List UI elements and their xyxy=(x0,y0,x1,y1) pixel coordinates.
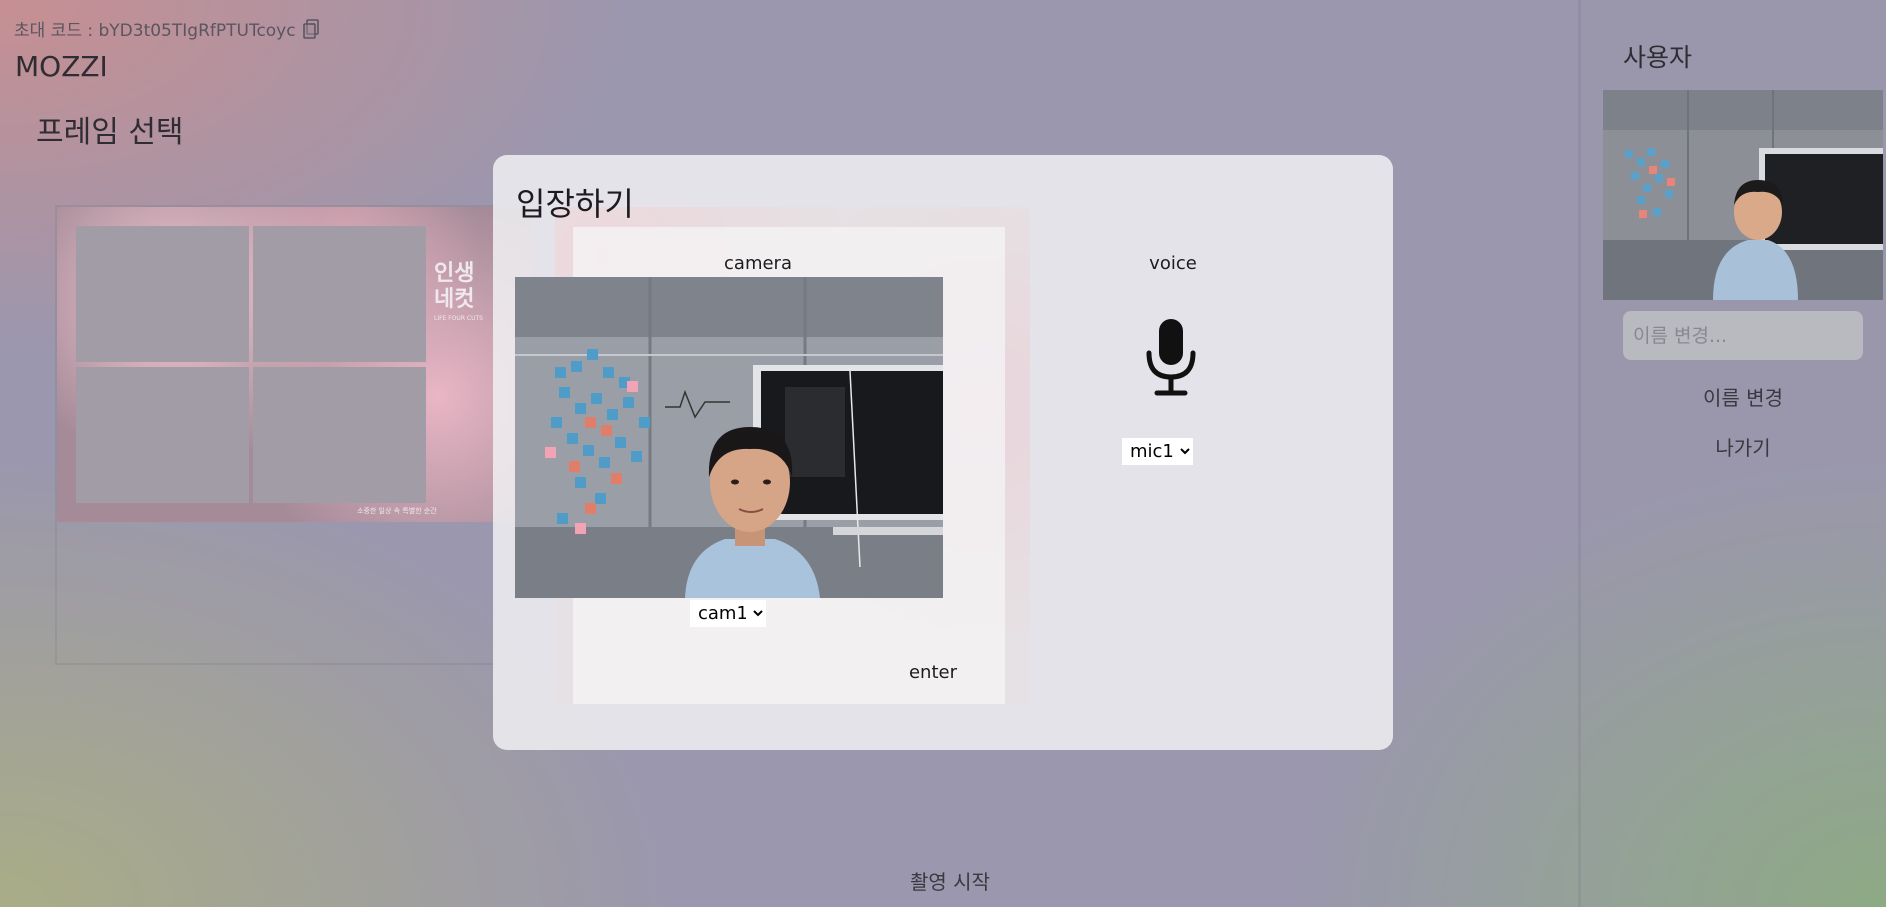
camera-label: camera xyxy=(724,253,792,274)
invite-code-text: 초대 코드 : bYD3t05TIgRfPTUTcoyc xyxy=(14,21,296,41)
user-video xyxy=(1603,90,1883,300)
rename-input[interactable] xyxy=(1623,311,1863,360)
camera-preview-image xyxy=(515,277,943,598)
modal-title: 입장하기 xyxy=(516,185,634,223)
photo-slot-2 xyxy=(253,226,426,362)
photo-slot-4 xyxy=(253,367,426,503)
copy-icon[interactable] xyxy=(300,17,324,41)
enter-modal: 입장하기 camera cam1 voice mic1 enter xyxy=(493,155,1393,750)
microphone-icon xyxy=(1146,319,1196,396)
photo-slot-3 xyxy=(76,367,249,503)
user-video-image xyxy=(1603,90,1883,300)
frame-select-title: 프레임 선택 xyxy=(36,115,184,150)
frame-label: 인생 네컷 xyxy=(434,261,475,312)
enter-button[interactable]: enter xyxy=(898,662,968,683)
camera-select[interactable]: cam1 xyxy=(690,600,766,627)
frame-option[interactable]: 인생 네컷 LIFE FOUR CUTS 소중한 일상 속 특별한 순간 xyxy=(57,207,533,522)
photo-slot-1 xyxy=(76,226,249,362)
rename-button[interactable]: 이름 변경 xyxy=(1623,382,1863,411)
invite-code-row: 초대 코드 : bYD3t05TIgRfPTUTcoyc xyxy=(14,16,324,41)
users-title: 사용자 xyxy=(1623,43,1693,72)
brand-logo: MOZZI xyxy=(15,50,108,83)
mic-select[interactable]: mic1 xyxy=(1122,438,1193,465)
frame-label-small: LIFE FOUR CUTS xyxy=(434,315,483,322)
voice-label: voice xyxy=(1149,253,1197,274)
start-capture-button[interactable]: 촬영 시작 xyxy=(880,866,1020,895)
camera-preview xyxy=(515,277,943,598)
leave-button[interactable]: 나가기 xyxy=(1623,432,1863,461)
frame-footer-text: 소중한 일상 속 특별한 순간 xyxy=(357,507,437,515)
